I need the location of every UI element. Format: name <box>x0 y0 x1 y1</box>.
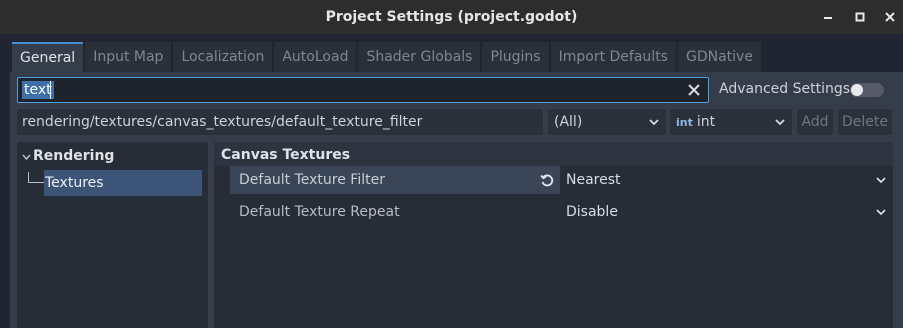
delete-button[interactable]: Delete <box>838 109 892 135</box>
section-header: Canvas Textures <box>214 142 893 166</box>
chevron-down-icon <box>775 119 785 126</box>
type-value: int <box>696 114 716 130</box>
setting-path-field[interactable]: rendering/textures/canvas_textures/defau… <box>17 109 543 135</box>
setting-value-dropdown[interactable]: Disable <box>566 198 893 226</box>
tab-autoload[interactable]: AutoLoad <box>274 42 357 72</box>
chevron-down-icon <box>876 177 886 184</box>
tab-shader-globals[interactable]: Shader Globals <box>358 42 481 72</box>
settings-inspector: Canvas Textures Default Texture Filter N… <box>214 142 893 328</box>
search-input[interactable]: text <box>17 77 709 103</box>
tab-input-map[interactable]: Input Map <box>85 42 172 72</box>
type-dropdown[interactable]: int int <box>670 109 792 135</box>
advanced-settings-label: Advanced Settings <box>719 81 851 97</box>
setting-name: Default Texture Repeat <box>239 204 400 220</box>
toggle-knob <box>851 84 863 96</box>
tab-gdnative[interactable]: GDNative <box>677 42 761 72</box>
tab-general[interactable]: General <box>12 42 84 72</box>
chevron-down-icon <box>649 119 659 126</box>
tab-localization[interactable]: Localization <box>173 42 273 72</box>
setting-row[interactable]: Default Texture Filter Nearest <box>230 166 893 194</box>
tree-item-textures[interactable]: Textures <box>44 170 202 196</box>
tab-bar: General Input Map Localization AutoLoad … <box>12 42 763 72</box>
section-tree: Rendering Textures <box>17 142 208 328</box>
setting-value-dropdown[interactable]: Nearest <box>566 166 893 194</box>
close-icon[interactable] <box>880 7 900 27</box>
maximize-icon[interactable] <box>850 7 870 27</box>
add-button[interactable]: Add <box>797 109 833 135</box>
setting-value: Disable <box>566 204 618 220</box>
setting-name: Default Texture Filter <box>230 166 560 194</box>
minimize-icon[interactable] <box>818 7 838 27</box>
text-caret <box>50 81 51 99</box>
chevron-down-icon <box>876 209 886 216</box>
search-value: text <box>22 81 54 99</box>
title-bar: Project Settings (project.godot) <box>0 0 903 34</box>
tab-import-defaults[interactable]: Import Defaults <box>550 42 676 72</box>
setting-value: Nearest <box>566 172 621 188</box>
scope-dropdown[interactable]: (All) <box>548 109 666 135</box>
collapse-arrow-icon[interactable] <box>22 153 31 161</box>
clear-icon[interactable] <box>686 82 702 98</box>
scope-value: (All) <box>554 114 583 130</box>
tree-connector <box>28 172 44 183</box>
advanced-settings-toggle[interactable] <box>850 83 884 97</box>
revert-icon[interactable] <box>540 173 554 187</box>
setting-row[interactable]: Default Texture Repeat Disable <box>230 198 893 226</box>
tree-category-rendering[interactable]: Rendering <box>33 148 114 164</box>
tab-plugins[interactable]: Plugins <box>482 42 549 72</box>
window-title: Project Settings (project.godot) <box>325 9 578 25</box>
int-type-icon: int <box>676 116 693 129</box>
